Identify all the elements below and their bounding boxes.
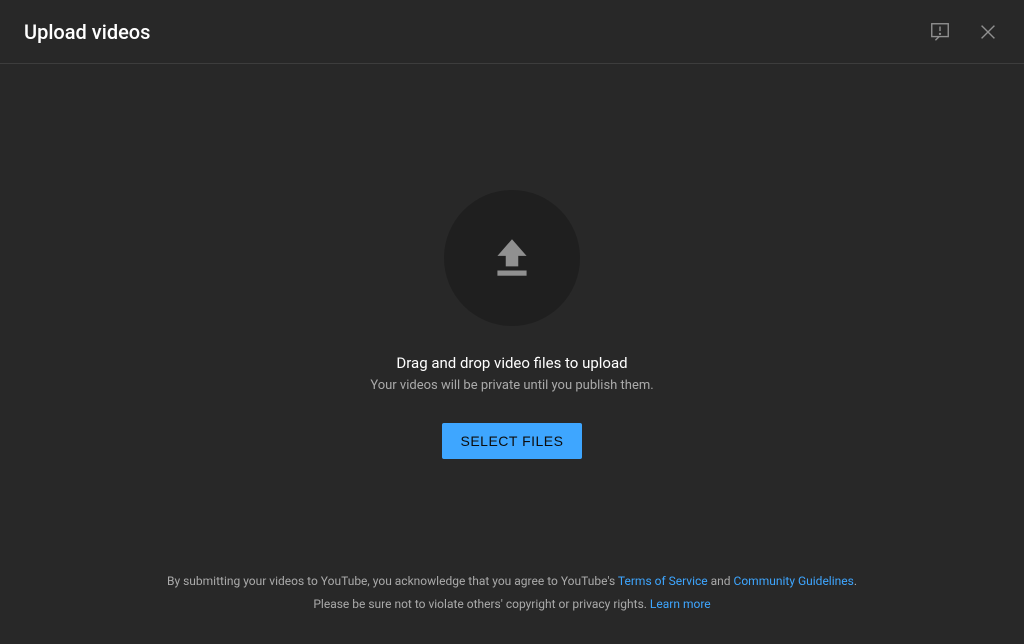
dialog-title: Upload videos [24,20,150,44]
learn-more-link[interactable]: Learn more [650,597,711,611]
footer-line-2: Please be sure not to violate others' co… [40,593,984,616]
footer-text: Please be sure not to violate others' co… [313,597,650,611]
header-actions [928,20,1000,44]
terms-of-service-link[interactable]: Terms of Service [618,574,708,588]
close-icon[interactable] [976,20,1000,44]
footer-text: . [854,574,857,588]
footer-text: and [708,574,734,588]
footer-text: By submitting your videos to YouTube, yo… [167,574,618,588]
upload-area[interactable]: Drag and drop video files to upload Your… [0,64,1024,644]
dialog-header: Upload videos [0,0,1024,64]
footer-line-1: By submitting your videos to YouTube, yo… [40,570,984,593]
upload-circle [444,190,580,326]
privacy-note: Your videos will be private until you pu… [370,378,653,393]
select-files-button[interactable]: SELECT FILES [442,423,581,459]
drag-drop-text: Drag and drop video files to upload [396,354,627,372]
feedback-icon[interactable] [928,20,952,44]
upload-arrow-icon [487,233,537,283]
footer-disclaimer: By submitting your videos to YouTube, yo… [0,570,1024,616]
community-guidelines-link[interactable]: Community Guidelines [734,574,854,588]
